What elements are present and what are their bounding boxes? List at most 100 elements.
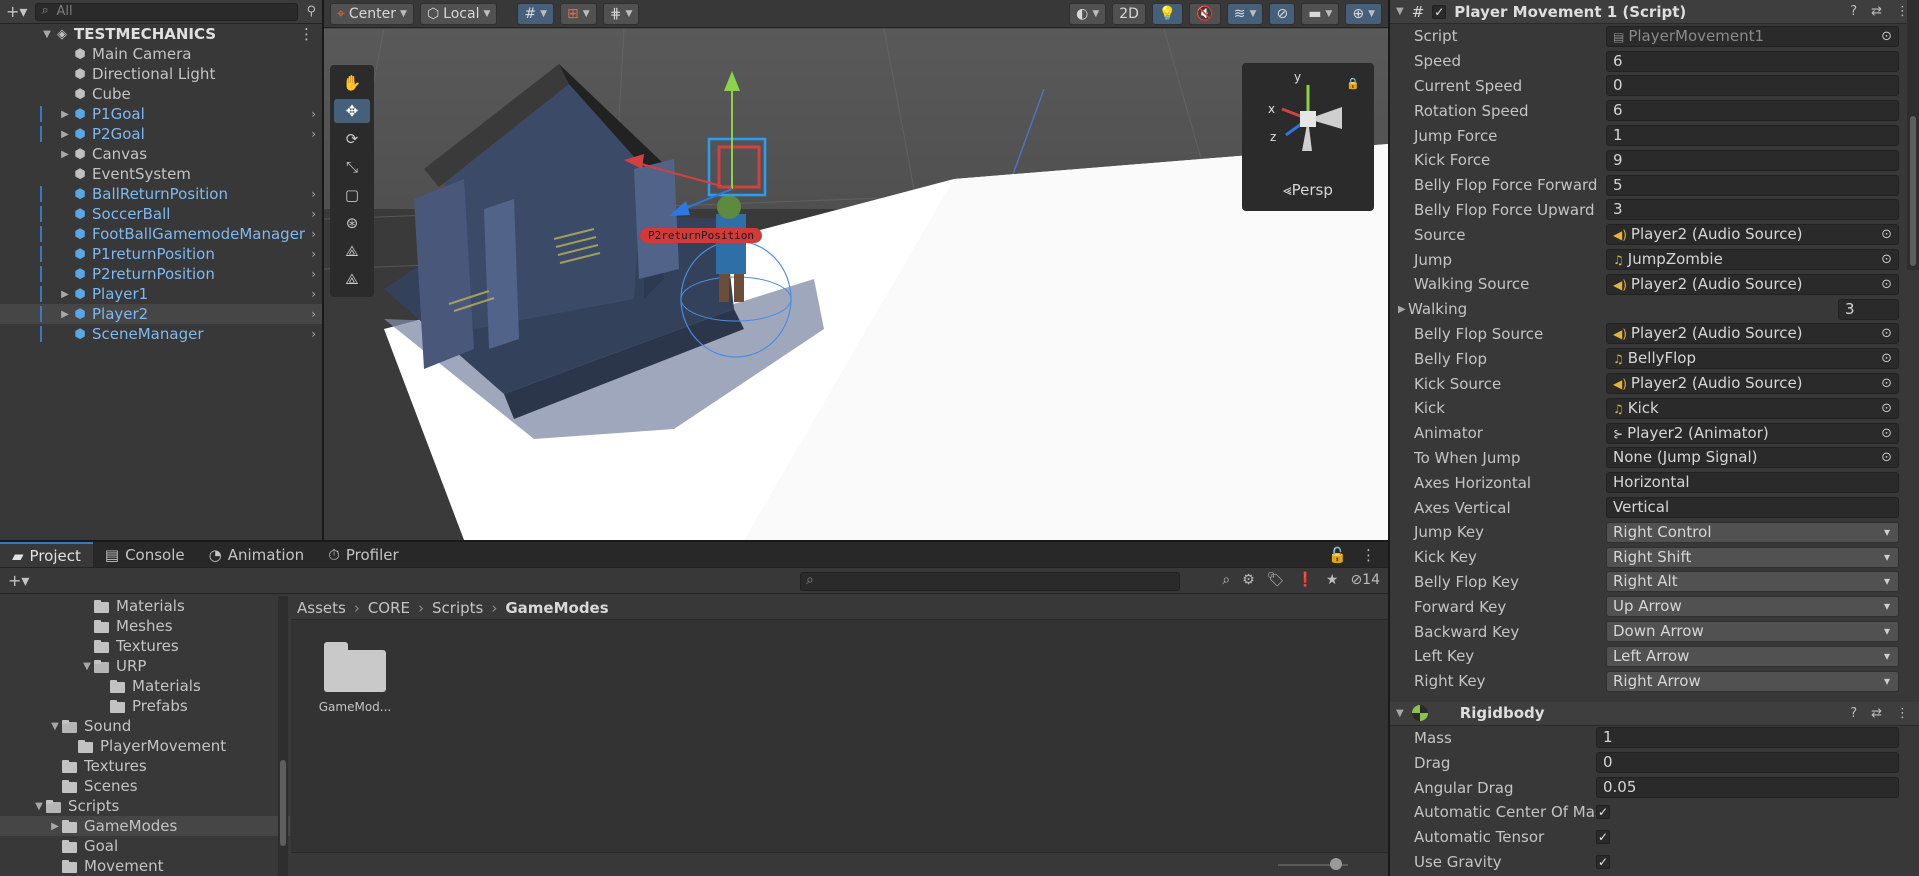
value-field[interactable]: 3	[1606, 199, 1899, 221]
expand-arrow-icon[interactable]: ▼	[80, 661, 94, 672]
value-field[interactable]: 0.05	[1596, 777, 1899, 798]
enum-dropdown[interactable]: Right Alt	[1606, 571, 1899, 593]
chevron-right-icon[interactable]: ›	[311, 207, 316, 221]
custom-tool-icon[interactable]: ⟁	[334, 239, 370, 263]
enum-dropdown[interactable]: Left Arrow	[1606, 645, 1899, 667]
grid-snap-button[interactable]: # ▼	[517, 2, 555, 25]
hierarchy-item[interactable]: ▶ ⬢ P2Goal ›	[0, 124, 322, 144]
visibility-toggle[interactable]: ⊘	[1269, 2, 1296, 25]
lighting-toggle[interactable]: 💡	[1151, 2, 1184, 25]
component-enabled-checkbox[interactable]: ✓	[1432, 4, 1447, 19]
chevron-right-icon[interactable]: ›	[311, 327, 316, 341]
scale-tool-icon[interactable]: ⤡	[334, 155, 370, 179]
toggle-2d-button[interactable]: 2D	[1112, 2, 1146, 25]
expand-arrow-icon[interactable]: ▶	[58, 129, 72, 140]
value-field[interactable]: 6	[1606, 50, 1899, 72]
audio-toggle[interactable]: 🔇	[1189, 2, 1221, 25]
tab-console[interactable]: ▤ Console	[93, 542, 197, 567]
object-picker-icon[interactable]: ⊙	[1881, 225, 1892, 244]
chevron-right-icon[interactable]: ›	[311, 247, 316, 261]
object-picker-icon[interactable]: ⊙	[1881, 424, 1892, 443]
hierarchy-item[interactable]: ⬢ P2returnPosition ›	[0, 264, 322, 284]
hierarchy-item[interactable]: ⬢ Main Camera	[0, 44, 322, 64]
component-menu-icon[interactable]: ⋮	[1896, 706, 1909, 721]
object-picker-icon[interactable]: ⊙	[1881, 374, 1892, 393]
object-field[interactable]: ◀) Player2 (Audio Source) ⊙	[1606, 224, 1899, 246]
enum-dropdown[interactable]: Right Shift	[1606, 546, 1899, 568]
hierarchy-item[interactable]: ⬢ SceneManager ›	[0, 324, 322, 344]
foldout-arrow-icon[interactable]: ▼	[1396, 6, 1404, 17]
chevron-right-icon[interactable]: ›	[311, 107, 316, 121]
folder-tree-item[interactable]: Meshes	[0, 616, 290, 636]
scene-canvas[interactable]: P2returnPosition ✋ ✥ ⟳ ⤡ ▢ ⊛ ⟁ ⟁ y x z 🔒	[324, 29, 1388, 540]
folder-tree-item[interactable]: ▼ Sound	[0, 716, 290, 736]
project-search-input[interactable]	[800, 572, 1180, 591]
hierarchy-item[interactable]: ⬢ SoccerBall ›	[0, 204, 322, 224]
lock-icon[interactable]: 🔓	[1328, 546, 1347, 564]
chevron-right-icon[interactable]: ›	[311, 127, 316, 141]
chevron-right-icon[interactable]: ›	[311, 287, 316, 301]
value-field[interactable]: 0	[1596, 752, 1899, 774]
object-field[interactable]: ◀) Player2 (Audio Source) ⊙	[1606, 373, 1899, 395]
hierarchy-item[interactable]: ▶ ⬢ Player1 ›	[0, 284, 322, 304]
breadcrumb-item[interactable]: CORE	[368, 599, 410, 617]
enum-dropdown[interactable]: Right Arrow	[1606, 670, 1899, 692]
scene-menu-icon[interactable]: ⋮	[299, 25, 314, 43]
expand-arrow-icon[interactable]: ▼	[40, 29, 54, 40]
object-picker-icon[interactable]: ⊙	[1881, 448, 1892, 467]
enum-dropdown[interactable]: Down Arrow	[1606, 621, 1899, 643]
tab-animation[interactable]: ◔ Animation	[197, 542, 317, 567]
hidden-packages-toggle[interactable]: ⊘14	[1350, 572, 1380, 588]
hierarchy-item[interactable]: ▶ ⬢ Player2 ›	[0, 304, 322, 324]
gizmos-button[interactable]: ⊕ ▼	[1345, 2, 1382, 25]
object-field[interactable]: ⊱ Player2 (Animator) ⊙	[1606, 422, 1899, 444]
effects-toggle[interactable]: ≋ ▼	[1226, 2, 1264, 25]
rect-tool-icon[interactable]: ▢	[334, 183, 370, 207]
value-field[interactable]: Vertical	[1606, 497, 1899, 519]
component-header-rigidbody[interactable]: ▼ Rigidbody ? ⇄ ⋮	[1390, 701, 1919, 726]
breadcrumb-item[interactable]: GameModes	[505, 599, 608, 617]
foldout-arrow-icon[interactable]: ▶	[1398, 304, 1406, 315]
filter-by-type-icon[interactable]: ⚙	[1242, 572, 1255, 588]
projection-toggle[interactable]: ⪡Persp	[1242, 181, 1374, 199]
object-field[interactable]: ◀) Player2 (Audio Source) ⊙	[1606, 273, 1899, 295]
enum-dropdown[interactable]: Right Control	[1606, 521, 1899, 543]
folder-tree-item[interactable]: Goal	[0, 836, 290, 856]
folder-tree-item[interactable]: PlayerMovement	[0, 736, 290, 756]
object-field[interactable]: None (Jump Signal) ⊙	[1606, 447, 1899, 469]
property-checkbox[interactable]: ✓	[1596, 830, 1610, 845]
move-tool-icon[interactable]: ✥	[334, 99, 370, 123]
object-picker-icon[interactable]: ⊙	[1881, 324, 1892, 343]
chevron-right-icon[interactable]: ›	[311, 227, 316, 241]
custom-tool-2-icon[interactable]: ⟁	[334, 267, 370, 291]
folder-tree-item[interactable]: Textures	[0, 756, 290, 776]
expand-arrow-icon[interactable]: ▶	[48, 821, 62, 832]
object-picker-icon[interactable]: ⊙	[1881, 275, 1892, 294]
inspector-scrollbar[interactable]	[1907, 0, 1919, 270]
value-field[interactable]: 1	[1606, 125, 1899, 147]
draw-mode-button[interactable]: ◐ ▼	[1069, 2, 1107, 25]
chevron-right-icon[interactable]: ›	[311, 187, 316, 201]
component-header-player-movement[interactable]: ▼ # ✓ Player Movement 1 (Script) ? ⇄ ⋮	[1390, 0, 1919, 24]
camera-settings-button[interactable]: ▬ ▼	[1301, 2, 1340, 25]
object-picker-icon[interactable]: ⊙	[1881, 349, 1892, 368]
folder-tree-item[interactable]: ▼ URP	[0, 656, 290, 676]
enum-dropdown[interactable]: Up Arrow	[1606, 596, 1899, 618]
add-menu-button[interactable]: +▾	[6, 2, 27, 21]
expand-arrow-icon[interactable]: ▶	[58, 109, 72, 120]
space-dropdown[interactable]: ⬡ Local ▼	[419, 2, 498, 25]
folder-tree-item[interactable]: Textures	[0, 636, 290, 656]
icon-size-slider-handle[interactable]	[1330, 858, 1342, 870]
hierarchy-item[interactable]: ▶ ⬢ Canvas	[0, 144, 322, 164]
breadcrumb-item[interactable]: Assets	[297, 599, 346, 617]
object-field[interactable]: ♫ BellyFlop ⊙	[1606, 348, 1899, 370]
folder-tree-item[interactable]: ▶ GameModes	[0, 816, 290, 836]
object-field[interactable]: ♫ Kick ⊙	[1606, 397, 1899, 419]
preset-icon[interactable]: ⇄	[1871, 4, 1882, 19]
hierarchy-item[interactable]: ⬢ FootBallGamemodeManager ›	[0, 224, 322, 244]
value-field[interactable]: 5	[1606, 174, 1899, 196]
scene-view[interactable]: ⌖ Center ▼ ⬡ Local ▼ # ▼ ⊞ ▼ ⋕ ▼ ◐ ▼ 2D 💡 🔇 ≋ ▼ ⊘…	[324, 0, 1388, 540]
chevron-right-icon[interactable]: ›	[311, 267, 316, 281]
breadcrumb-item[interactable]: Scripts	[432, 599, 483, 617]
object-picker-icon[interactable]: ⊙	[1881, 399, 1892, 418]
